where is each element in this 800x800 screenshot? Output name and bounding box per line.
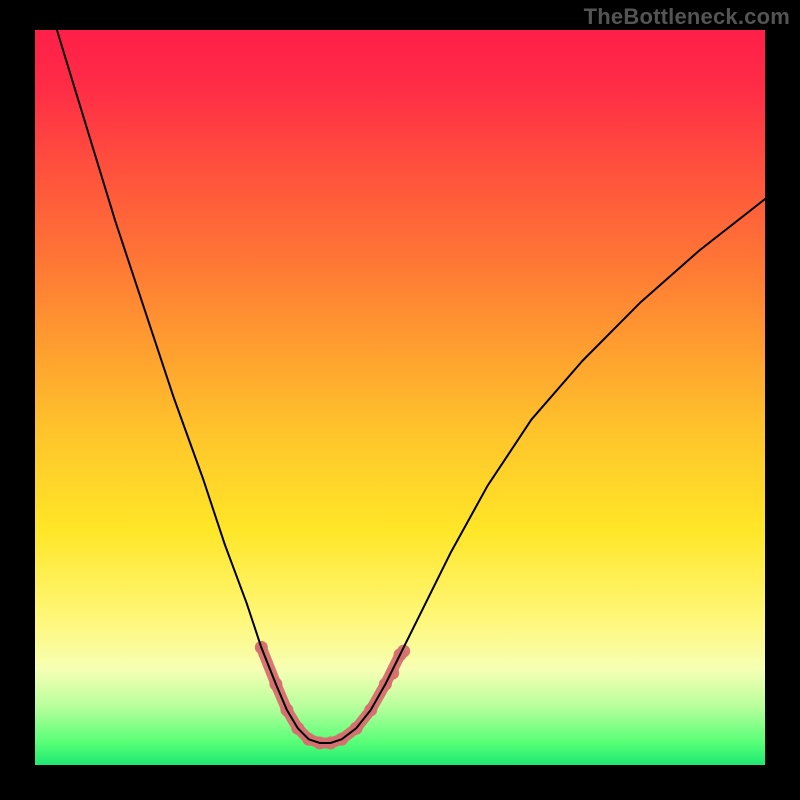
curve-svg [35,30,765,765]
plot-area [35,30,765,765]
chart-stage: TheBottleneck.com [0,0,800,800]
watermark-label: TheBottleneck.com [584,4,790,30]
bottleneck-curve-line [57,30,765,743]
